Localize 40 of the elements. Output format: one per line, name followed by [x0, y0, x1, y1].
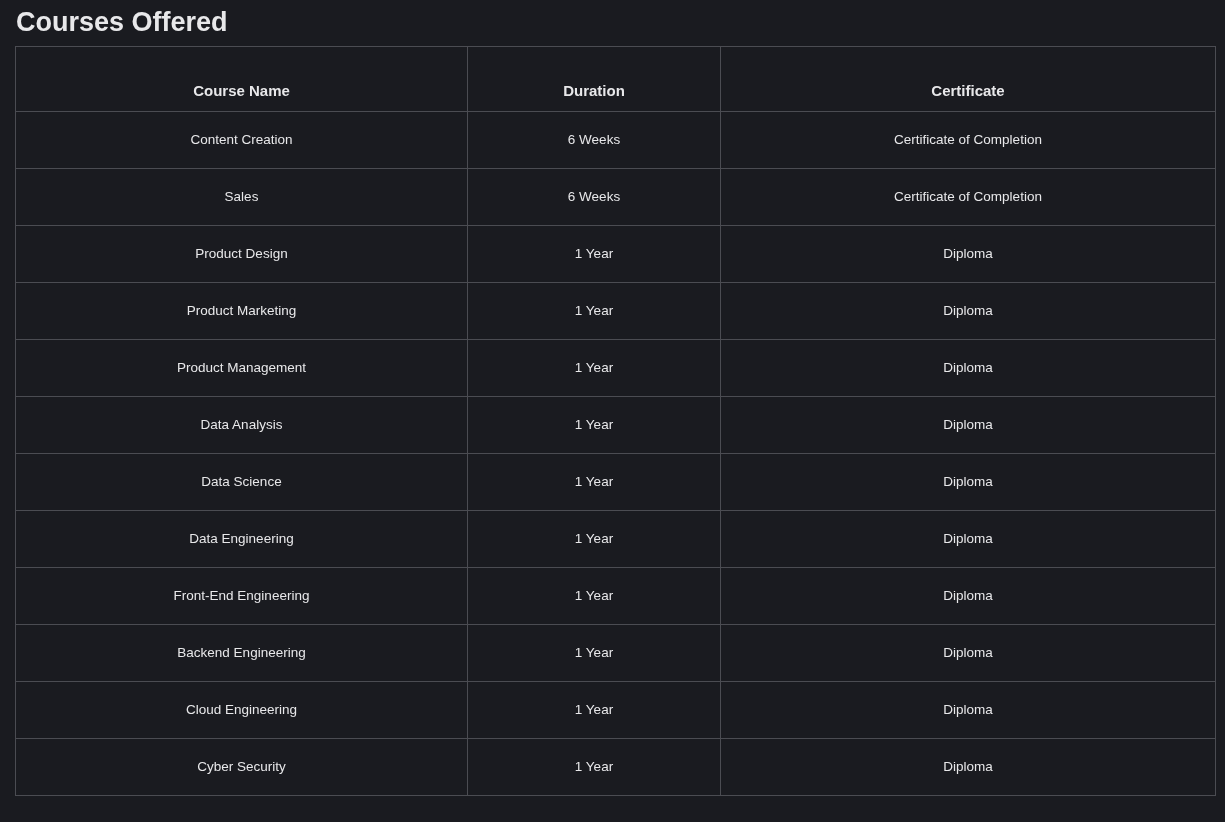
- table-cell: Sales: [15, 168, 468, 226]
- table-cell: Product Design: [15, 225, 468, 283]
- table-cell: 1 Year: [467, 339, 721, 397]
- table-cell: Product Marketing: [15, 282, 468, 340]
- table-cell: 1 Year: [467, 567, 721, 625]
- table-cell: 6 Weeks: [467, 111, 721, 169]
- table-cell: Certificate of Completion: [720, 111, 1216, 169]
- table-cell: Cloud Engineering: [15, 681, 468, 739]
- column-header: Duration: [467, 46, 721, 112]
- table-cell: Diploma: [720, 738, 1216, 796]
- table-cell: Cyber Security: [15, 738, 468, 796]
- page-title: Courses Offered: [16, 6, 229, 39]
- table-cell: 1 Year: [467, 225, 721, 283]
- table-cell: 1 Year: [467, 396, 721, 454]
- table-cell: Backend Engineering: [15, 624, 468, 682]
- table-cell: Diploma: [720, 624, 1216, 682]
- table-cell: Diploma: [720, 396, 1216, 454]
- table-cell: Diploma: [720, 282, 1216, 340]
- table-cell: Data Engineering: [15, 510, 468, 568]
- table-cell: 1 Year: [467, 453, 721, 511]
- table-cell: 6 Weeks: [467, 168, 721, 226]
- column-header: Certificate: [720, 46, 1216, 112]
- column-header: Course Name: [15, 46, 468, 112]
- table-cell: Product Management: [15, 339, 468, 397]
- table-cell: Data Science: [15, 453, 468, 511]
- table-cell: 1 Year: [467, 681, 721, 739]
- table-cell: 1 Year: [467, 738, 721, 796]
- table-cell: Diploma: [720, 339, 1216, 397]
- table-cell: Front-End Engineering: [15, 567, 468, 625]
- table-cell: Diploma: [720, 453, 1216, 511]
- table-cell: Diploma: [720, 567, 1216, 625]
- table-cell: Diploma: [720, 681, 1216, 739]
- table-cell: Certificate of Completion: [720, 168, 1216, 226]
- table-cell: Diploma: [720, 225, 1216, 283]
- table-cell: 1 Year: [467, 624, 721, 682]
- table-cell: 1 Year: [467, 282, 721, 340]
- table-cell: Data Analysis: [15, 396, 468, 454]
- table-cell: 1 Year: [467, 510, 721, 568]
- table-cell: Diploma: [720, 510, 1216, 568]
- table-cell: Content Creation: [15, 111, 468, 169]
